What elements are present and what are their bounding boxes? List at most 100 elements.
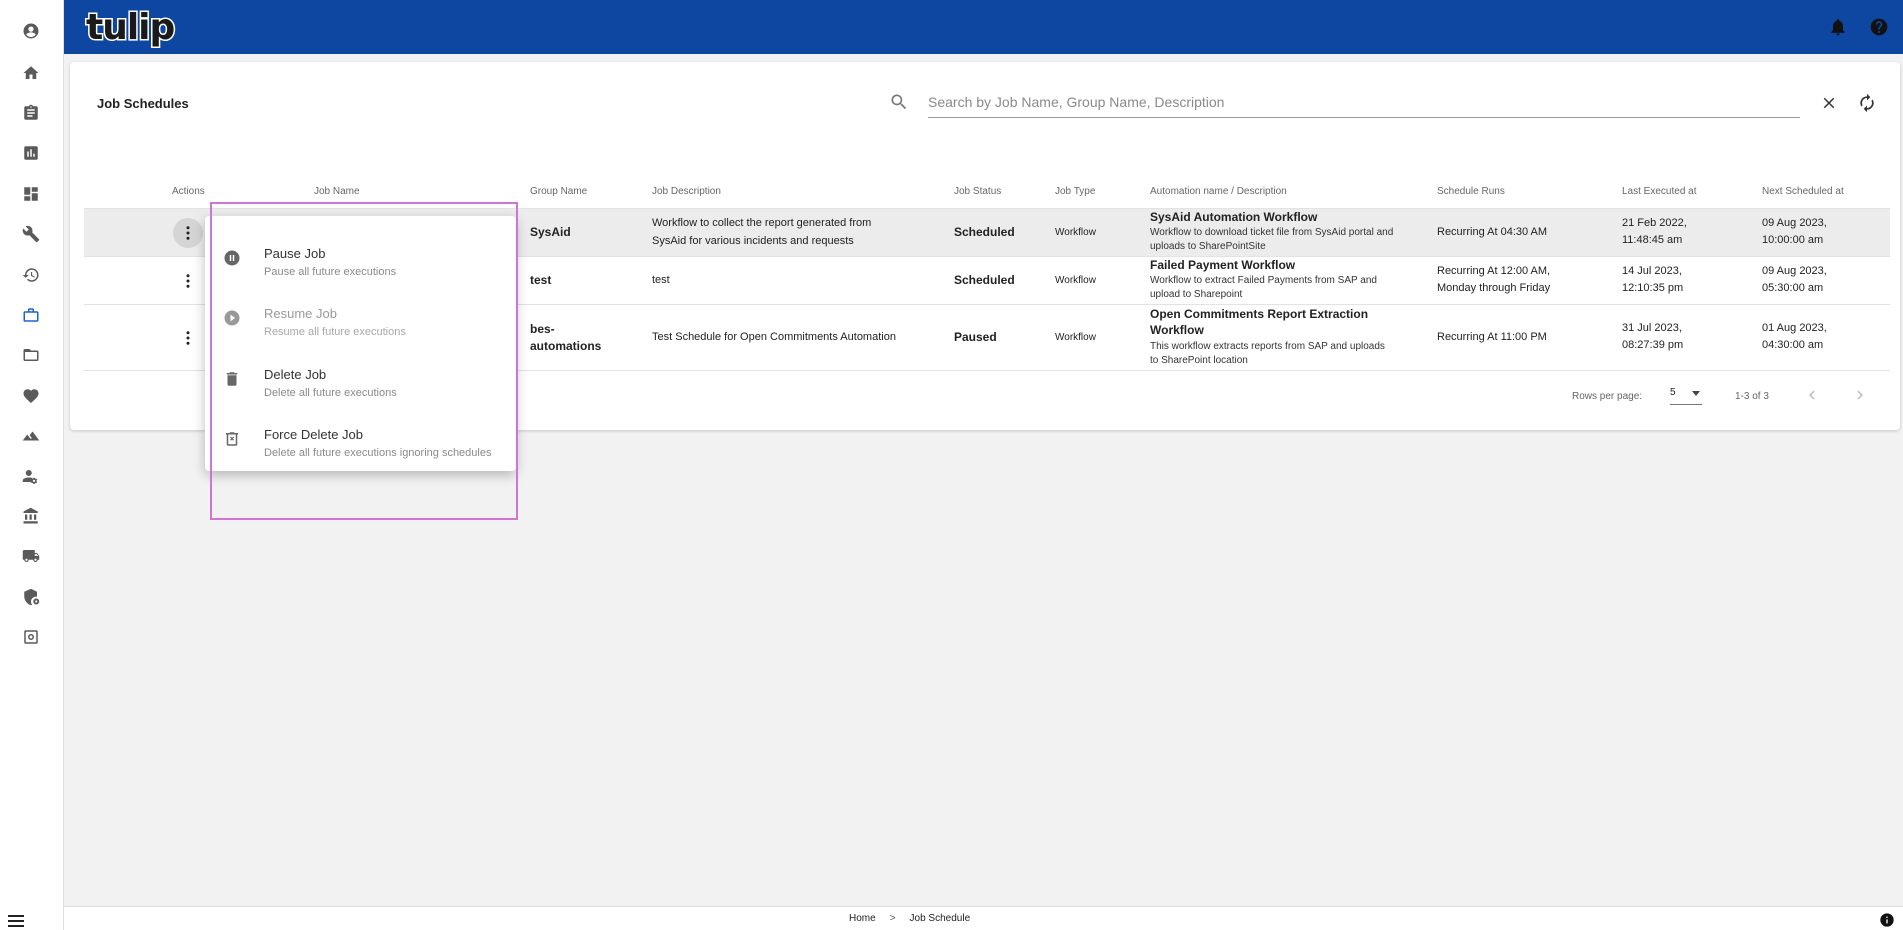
notifications-bell-icon[interactable] (1827, 16, 1849, 38)
group-name: bes- (530, 322, 555, 336)
table-header: Actions Job Name Group Name Job Descript… (84, 172, 1890, 208)
col-group-name[interactable]: Group Name (530, 186, 587, 197)
shield-gear-icon[interactable] (20, 586, 42, 608)
bottom-status-bar: Home > Job Schedule (64, 906, 1903, 930)
rows-per-page-label: Rows per page: (1572, 391, 1643, 402)
next-page-button[interactable] (1850, 385, 1870, 405)
next-scheduled-time: 05:30:00 am (1762, 282, 1824, 294)
col-automation[interactable]: Automation name / Description (1150, 186, 1287, 197)
row-actions-button[interactable] (173, 323, 203, 353)
last-executed: 14 Jul 2023, (1622, 265, 1682, 277)
prev-page-button[interactable] (1802, 385, 1822, 405)
group-name: test (530, 273, 552, 287)
menu-item-subtitle: Resume all future executions (264, 326, 406, 338)
last-executed: 31 Jul 2023, (1622, 322, 1682, 334)
force-delete-icon (222, 429, 242, 449)
job-status: Scheduled (954, 273, 1015, 287)
pagination-range: 1-3 of 3 (1735, 391, 1769, 402)
row-actions-button[interactable] (173, 266, 203, 296)
landscape-icon[interactable] (20, 425, 42, 447)
automation-name-line2: Workflow (1150, 323, 1204, 337)
settings-box-icon[interactable] (20, 626, 42, 648)
menu-item-pause-job[interactable]: Pause Job Pause all future executions (205, 228, 516, 284)
search-icon (889, 92, 911, 114)
search-input[interactable] (928, 86, 1800, 118)
heart-icon[interactable] (20, 385, 42, 407)
truck-icon[interactable] (20, 545, 42, 567)
job-description: test (652, 274, 670, 286)
job-description: Workflow to collect the report generated… (652, 217, 872, 229)
job-type: Workflow (1055, 332, 1096, 343)
next-scheduled-time: 10:00:00 am (1762, 234, 1824, 246)
home-icon[interactable] (20, 62, 42, 84)
automation-name: Failed Payment Workflow (1150, 258, 1296, 272)
automation-desc-line2: to SharePoint location (1150, 355, 1248, 366)
folder-icon[interactable] (20, 344, 42, 366)
row-actions-button[interactable] (173, 218, 203, 248)
automation-desc: Workflow to extract Failed Payments from… (1150, 275, 1377, 286)
last-executed-time: 08:27:39 pm (1622, 339, 1684, 351)
last-executed-time: 11:48:45 am (1622, 234, 1683, 246)
menu-item-title: Resume Job (264, 306, 337, 321)
menu-item-subtitle: Delete all future executions ignoring sc… (264, 447, 492, 459)
job-status: Scheduled (954, 225, 1015, 239)
menu-item-force-delete-job[interactable]: Force Delete Job Delete all future execu… (205, 409, 516, 465)
schedule-runs: Recurring At 12:00 AM, (1437, 265, 1551, 277)
next-scheduled-time: 04:30:00 am (1762, 339, 1824, 351)
rows-per-page-select[interactable]: 5 (1670, 387, 1702, 405)
trash-icon (222, 369, 242, 389)
info-icon[interactable] (1879, 912, 1897, 930)
wrench-icon[interactable] (20, 223, 42, 245)
app-logo[interactable]: tulip (84, 5, 176, 49)
col-next-scheduled[interactable]: Next Scheduled at (1762, 186, 1844, 197)
next-scheduled: 01 Aug 2023, (1762, 322, 1827, 334)
clipboard-icon[interactable] (20, 102, 42, 124)
clear-search-button[interactable] (1818, 92, 1840, 114)
menu-item-title: Delete Job (264, 367, 327, 382)
group-name-line2: automations (530, 339, 602, 353)
help-icon[interactable] (1868, 16, 1890, 38)
automation-desc: This workflow extracts reports from SAP … (1150, 341, 1385, 352)
menu-item-resume-job: Resume Job Resume all future executions (205, 288, 516, 344)
menu-item-delete-job[interactable]: Delete Job Delete all future executions (205, 349, 516, 405)
breadcrumb-current: Job Schedule (909, 913, 971, 924)
last-executed-time: 12:10:35 pm (1622, 282, 1684, 294)
next-scheduled: 09 Aug 2023, (1762, 217, 1827, 229)
job-status: Paused (954, 330, 997, 344)
logo-text: tulip (84, 5, 176, 49)
schedule-runs: Recurring At 04:30 AM (1437, 226, 1548, 238)
job-type: Workflow (1055, 227, 1096, 238)
automation-desc-line2: upload to Sharepoint (1150, 289, 1243, 300)
col-job-description[interactable]: Job Description (652, 186, 721, 197)
last-executed: 21 Feb 2022, (1622, 217, 1687, 229)
dashboard-icon[interactable] (20, 183, 42, 205)
col-job-type[interactable]: Job Type (1055, 186, 1095, 197)
breadcrumb-home[interactable]: Home (849, 913, 876, 924)
breadcrumb-separator: > (889, 913, 896, 924)
schedule-runs: Recurring At 11:00 PM (1437, 331, 1547, 343)
automation-name: SysAid Automation Workflow (1150, 210, 1318, 224)
bank-icon[interactable] (20, 505, 42, 527)
automation-desc-line2: uploads to SharePointSite (1150, 241, 1266, 252)
hamburger-menu-icon[interactable] (8, 914, 24, 928)
menu-item-title: Pause Job (264, 246, 326, 261)
pause-circle-icon (222, 248, 242, 268)
menu-item-subtitle: Pause all future executions (264, 266, 397, 278)
schedule-runs-line2: Monday through Friday (1437, 282, 1551, 294)
history-icon[interactable] (20, 264, 42, 286)
group-name: SysAid (530, 225, 571, 239)
play-circle-icon (222, 308, 242, 328)
col-last-executed[interactable]: Last Executed at (1622, 186, 1697, 197)
col-actions: Actions (172, 186, 205, 197)
menu-item-title: Force Delete Job (264, 427, 363, 442)
col-job-status[interactable]: Job Status (954, 186, 1001, 197)
col-schedule-runs[interactable]: Schedule Runs (1437, 186, 1505, 197)
refresh-button[interactable] (1856, 92, 1878, 114)
account-icon[interactable] (20, 20, 42, 42)
top-header: tulip (64, 0, 1903, 54)
col-job-name[interactable]: Job Name (314, 186, 360, 197)
chart-icon[interactable] (20, 142, 42, 164)
left-sidebar (0, 0, 64, 930)
user-settings-icon[interactable] (20, 465, 42, 487)
briefcase-icon[interactable] (20, 304, 42, 326)
